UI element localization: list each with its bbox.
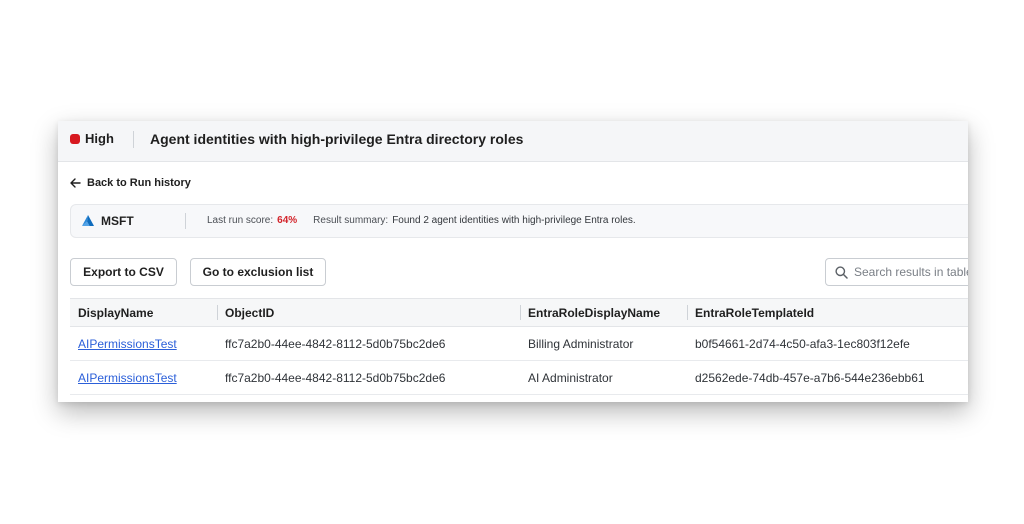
table-header-row: DisplayName ObjectID EntraRoleDisplayNam… (70, 299, 968, 327)
search-input[interactable] (854, 263, 968, 281)
last-run-label: Last run score: (207, 215, 274, 226)
column-header-objectid[interactable]: ObjectID (217, 299, 520, 327)
results-table-container: DisplayName ObjectID EntraRoleDisplayNam… (70, 298, 968, 402)
table-cell: AIPermissionsTest (70, 326, 217, 361)
table-row: AIPermissionsTest ffc7a2b0-44ee-4842-811… (70, 326, 968, 361)
summary-divider (185, 213, 186, 229)
export-csv-button[interactable]: Export to CSV (70, 258, 177, 286)
summary-details: Last run score: 64% Result summary: Found 2… (207, 214, 636, 228)
column-header-displayname[interactable]: DisplayName (70, 299, 217, 327)
header-divider (133, 131, 134, 148)
run-summary-card: MSFT Last run score: 64% Result summary: Fo… (70, 204, 968, 238)
search-icon (835, 266, 848, 279)
table-cell: AIPermissionsTest (70, 360, 217, 395)
severity-indicator (70, 134, 80, 144)
finding-detail-panel: High Agent identities with high-privileg… (58, 121, 968, 402)
azure-logo-icon (82, 215, 94, 226)
page-title: Agent identities with high-privilege Ent… (150, 131, 524, 147)
table-row: AIPermissionsTest ffc7a2b0-44ee-4842-811… (70, 360, 968, 395)
severity-label: High (85, 131, 114, 146)
tenant-name: MSFT (101, 214, 134, 228)
back-link-label: Back to Run history (87, 177, 191, 189)
result-summary-text: Found 2 agent identities with high-privi… (392, 215, 636, 226)
table-cell: d2562ede-74db-457e-a7b6-544e236ebb61 (687, 360, 968, 395)
finding-header: High Agent identities with high-privileg… (58, 121, 968, 162)
display-name-link[interactable]: AIPermissionsTest (78, 337, 177, 351)
back-to-run-history-link[interactable]: Back to Run history (70, 175, 191, 191)
display-name-link[interactable]: AIPermissionsTest (78, 371, 177, 385)
result-summary-label: Result summary: (313, 215, 389, 226)
column-header-roletemplateid[interactable]: EntraRoleTemplateId (687, 299, 968, 327)
arrow-left-icon (70, 178, 81, 188)
search-box[interactable] (825, 258, 968, 286)
last-run-score: 64% (277, 215, 298, 226)
column-header-roledisplayname[interactable]: EntraRoleDisplayName (520, 299, 687, 327)
table-cell: Billing Administrator (520, 326, 687, 361)
exclusion-list-button[interactable]: Go to exclusion list (190, 258, 326, 286)
results-table: DisplayName ObjectID EntraRoleDisplayNam… (70, 299, 968, 395)
table-cell: AI Administrator (520, 360, 687, 395)
table-cell: ffc7a2b0-44ee-4842-8112-5d0b75bc2de6 (217, 360, 520, 395)
table-cell: b0f54661-2d74-4c50-afa3-1ec803f12efe (687, 326, 968, 361)
table-cell: ffc7a2b0-44ee-4842-8112-5d0b75bc2de6 (217, 326, 520, 361)
